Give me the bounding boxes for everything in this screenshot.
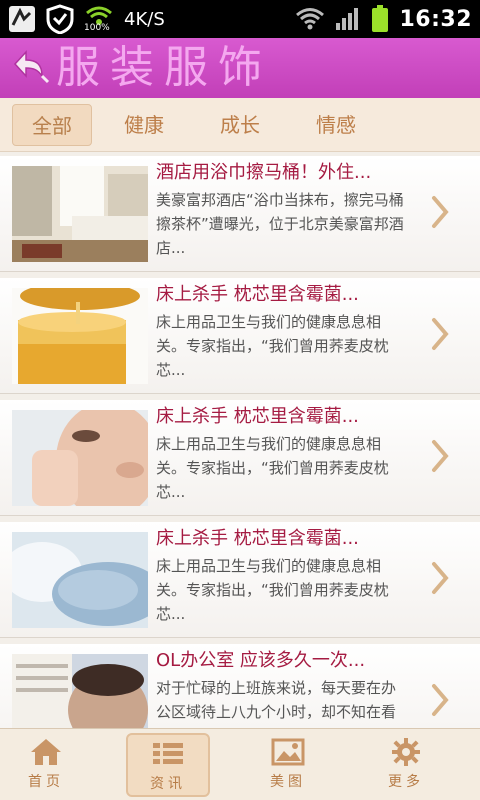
article-summary: 对于忙碌的上班族来说，每天要在办公区域待上八九个小时，却不知在看似洁净的... (156, 679, 397, 728)
chevron-right-icon (432, 684, 449, 716)
list-item[interactable]: 床上杀手 枕芯里含霉菌... 床上用品卫生与我们的健康息息相关。专家指出，“我们… (0, 522, 480, 638)
app-notification-icon (9, 6, 35, 32)
bottom-navigation: 首页 资讯 美图 更多 (0, 728, 480, 800)
clock: 16:32 (399, 6, 472, 32)
article-thumbnail-hotel-room (12, 166, 148, 262)
nav-gallery-label: 美图 (270, 774, 306, 790)
article-title: 床上杀手 枕芯里含霉菌... (156, 528, 359, 549)
picture-icon (271, 738, 305, 766)
chevron-right-icon (432, 196, 449, 228)
article-summary: 床上用品卫生与我们的健康息息相关。专家指出，“我们曾用荞麦皮枕芯... (156, 557, 389, 623)
article-thumbnail-honey (12, 288, 148, 384)
gear-icon (392, 738, 420, 766)
signal-percent: 100% (84, 23, 110, 33)
status-bar: 100% 4K/S 16:32 (0, 0, 480, 38)
nav-more-label: 更多 (388, 774, 424, 790)
article-title: 床上杀手 枕芯里含霉菌... (156, 406, 359, 427)
article-title: 床上杀手 枕芯里含霉菌... (156, 284, 359, 305)
list-item[interactable]: OL办公室 应该多久一次... 对于忙碌的上班族来说，每天要在办公区域待上八九个… (0, 644, 480, 728)
nav-gallery[interactable]: 美图 (246, 733, 330, 797)
nav-news[interactable]: 资讯 (126, 733, 210, 797)
chevron-right-icon (432, 440, 449, 472)
nav-news-label: 资讯 (150, 776, 186, 792)
category-tabs: 全部 健康 成长 情感 (0, 98, 480, 152)
nav-home[interactable]: 首页 (4, 733, 88, 797)
nav-home-label: 首页 (28, 774, 64, 790)
chevron-right-icon (432, 318, 449, 350)
tab-health[interactable]: 健康 (104, 104, 184, 146)
chevron-right-icon (432, 562, 449, 594)
nav-more[interactable]: 更多 (364, 733, 448, 797)
wifi-signal-small-icon: 100% (84, 4, 114, 34)
article-title: OL办公室 应该多久一次... (156, 650, 366, 671)
article-summary: 床上用品卫生与我们的健康息息相关。专家指出，“我们曾用荞麦皮枕芯... (156, 313, 389, 379)
article-summary: 美豪富邦酒店“浴巾当抹布，擦完马桶擦茶杯”遭曝光，位于北京美豪富邦酒店... (156, 191, 404, 257)
network-speed: 4K/S (124, 8, 165, 30)
battery-icon (372, 5, 389, 32)
cell-signal-icon (336, 8, 359, 30)
back-arrow-icon[interactable] (12, 46, 58, 90)
app-header: 服装服饰 (0, 38, 480, 98)
list-item[interactable]: 酒店用浴巾擦马桶！外住... 美豪富邦酒店“浴巾当抹布，擦完马桶擦茶杯”遭曝光，… (0, 156, 480, 272)
list-icon (153, 743, 183, 764)
shield-icon (46, 4, 74, 34)
list-item[interactable]: 床上杀手 枕芯里含霉菌... 床上用品卫生与我们的健康息息相关。专家指出，“我们… (0, 400, 480, 516)
page-title: 服装服饰 (56, 42, 272, 93)
list-item[interactable]: 床上杀手 枕芯里含霉菌... 床上用品卫生与我们的健康息息相关。专家指出，“我们… (0, 278, 480, 394)
tab-emotion[interactable]: 情感 (296, 104, 376, 146)
tab-growth[interactable]: 成长 (200, 104, 280, 146)
home-icon (31, 739, 61, 765)
article-list: 酒店用浴巾擦马桶！外住... 美豪富邦酒店“浴巾当抹布，擦完马桶擦茶杯”遭曝光，… (0, 152, 480, 728)
article-title: 酒店用浴巾擦马桶！外住... (156, 162, 372, 183)
article-thumbnail-face (12, 410, 148, 506)
article-thumbnail-pillow (12, 532, 148, 628)
tab-all[interactable]: 全部 (12, 104, 92, 146)
article-summary: 床上用品卫生与我们的健康息息相关。专家指出，“我们曾用荞麦皮枕芯... (156, 435, 389, 501)
article-thumbnail-office (12, 654, 148, 728)
wifi-icon (296, 8, 325, 30)
